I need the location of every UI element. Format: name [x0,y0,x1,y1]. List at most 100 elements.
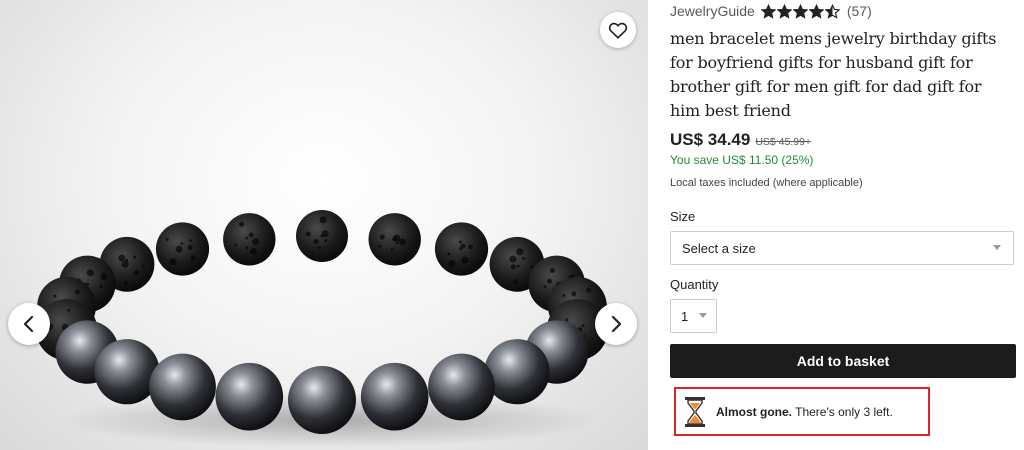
lava-pore [245,246,249,250]
star-icon [776,3,792,19]
lava-pore [169,258,177,266]
lava-pore [379,234,385,240]
quantity-label: Quantity [670,277,719,292]
heart-outline-icon [608,22,628,39]
tax-note: Local taxes included (where applicable) [670,177,863,189]
add-to-basket-button[interactable]: Add to basket [670,344,1016,378]
lava-pore [562,293,566,297]
lava-bead [223,213,276,266]
dropdown-caret-icon [993,245,1001,250]
price-row: US$ 34.49 US$ 45.99+ [670,130,811,150]
lava-pore [378,244,382,248]
lava-pore [510,264,516,270]
lava-pore [165,237,169,241]
product-image-gallery [0,0,648,450]
review-count[interactable]: (57) [847,3,872,19]
size-select[interactable]: Select a size [670,231,1014,265]
hematite-bead [94,339,160,405]
lava-pore [399,238,407,246]
lava-pore [100,273,108,281]
lava-pore [252,238,260,246]
lava-pore [571,291,577,297]
lava-pore [313,239,319,244]
hematite-bead [149,353,216,421]
lava-pore [239,221,245,227]
lava-pore [581,324,585,328]
stock-message-text: There's only 3 left. [792,404,893,419]
size-select-value: Select a size [682,240,756,256]
lava-pore [392,236,398,242]
lava-pore [74,289,80,295]
next-image-button[interactable] [595,303,637,345]
lava-pore [86,269,94,277]
lava-pore [248,232,254,238]
hourglass-icon [685,396,705,427]
lava-pore [133,270,139,276]
favorite-button[interactable] [600,12,636,48]
size-label: Size [670,209,696,224]
star-icon [792,3,808,19]
lava-pore [123,280,129,286]
dropdown-caret-icon [699,313,707,318]
lava-pore [133,255,136,259]
lava-pore [522,256,525,260]
lava-pore [99,285,103,289]
lava-pore [189,239,193,243]
lava-pore [395,241,399,245]
lava-pore [318,246,321,250]
product-title: men bracelet mens jewelry birthday gifts… [670,29,997,120]
lava-pore [175,245,183,253]
lava-pore [234,243,238,247]
hematite-bead [484,339,550,405]
lava-pore [190,255,196,261]
stock-message: Almost gone. There's only 3 left. [716,405,893,419]
lava-pore [461,256,469,264]
lava-pore [459,247,463,250]
stock-message-bold: Almost gone. [716,404,793,419]
hematite-bead [288,366,356,434]
star-icon [824,3,840,19]
product-image [36,210,609,448]
lava-pore [516,264,520,268]
lava-pore [547,278,552,284]
shop-name-link[interactable]: JewelryGuide [670,3,755,19]
savings-text: You save US$ 11.50 (25%) [670,153,814,167]
lava-pore [305,231,311,237]
lava-pore [187,245,193,250]
lava-pore [180,242,184,245]
lava-pore [549,268,555,273]
lava-pore [448,260,456,268]
original-price: US$ 45.99+ [755,136,812,148]
lava-pore [468,244,474,250]
quantity-select[interactable]: 1 [670,299,717,333]
previous-image-button[interactable] [8,303,50,345]
lava-pore [53,294,57,298]
lava-pore [447,252,451,256]
lava-pore [118,254,126,262]
lava-pore [390,248,394,251]
lava-pore [319,216,327,224]
lava-pore [516,248,524,256]
lava-pore [121,260,129,268]
star-icon [808,3,824,19]
lava-pore [513,279,518,284]
lava-pore [142,264,146,268]
hematite-bead [428,353,495,421]
lava-pore [324,239,328,243]
hematite-bead [215,362,284,431]
lava-pore [250,247,257,255]
lava-pore [458,240,462,244]
chevron-right-icon [611,315,622,333]
chevron-left-icon [23,315,34,333]
current-price: US$ 34.49 [670,130,751,149]
lava-pore [321,230,329,238]
lava-pore [565,318,569,322]
lava-pore [67,308,71,312]
shop-rating-row: JewelryGuide (57) [670,1,872,21]
lava-pore [530,265,534,269]
lava-pore [245,236,249,240]
quantity-select-value: 1 [681,308,689,324]
lava-pore [543,285,547,289]
hematite-bead [360,362,429,431]
stock-notice: Almost gone. There's only 3 left. [674,387,930,436]
